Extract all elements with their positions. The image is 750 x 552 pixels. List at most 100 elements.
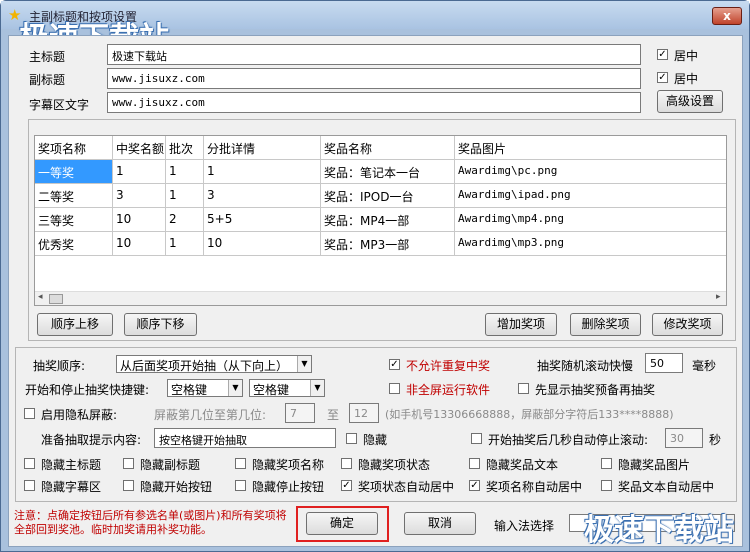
table-cell[interactable]: 优秀奖 bbox=[35, 232, 113, 256]
mask-hint: (如手机号13306668888，屏蔽部分字符后133****8888) bbox=[385, 408, 674, 421]
table-cell[interactable]: 1 bbox=[166, 160, 204, 184]
table-cell[interactable]: Awardimg\ipad.png bbox=[455, 184, 726, 208]
marquee-input[interactable]: www.jisuxz.com bbox=[107, 92, 641, 113]
start-hotkey-value: 空格键 bbox=[171, 383, 208, 397]
scroll-speed-input[interactable]: 50 bbox=[645, 353, 683, 373]
table-cell[interactable]: Awardimg\mp3.png bbox=[455, 232, 726, 256]
show-prize-first-checkbox[interactable] bbox=[518, 383, 529, 394]
hide-marquee-checkbox[interactable] bbox=[24, 480, 35, 491]
main-title-center-label: 居中 bbox=[674, 49, 699, 63]
hide-prize-image-checkbox[interactable] bbox=[601, 458, 612, 469]
hide-prompt-checkbox[interactable] bbox=[346, 433, 357, 444]
table-cell[interactable]: 1 bbox=[166, 232, 204, 256]
privacy-checkbox[interactable] bbox=[24, 408, 35, 419]
move-up-button[interactable]: 顺序上移 bbox=[37, 313, 113, 336]
chevron-down-icon: ▼ bbox=[310, 380, 324, 396]
hide-prize-status-checkbox[interactable] bbox=[341, 458, 352, 469]
privacy-label: 启用隐私屏蔽: bbox=[41, 408, 118, 422]
hide-main-title-checkbox[interactable] bbox=[24, 458, 35, 469]
table-cell[interactable]: 三等奖 bbox=[35, 208, 113, 232]
table-cell[interactable]: 3 bbox=[113, 184, 166, 208]
draw-order-select[interactable]: 从后面奖项开始抽（从下向上） ▼ bbox=[116, 355, 312, 373]
sub-title-center-checkbox[interactable]: ✓ bbox=[657, 72, 668, 83]
main-title-center-checkbox[interactable]: ✓ bbox=[657, 49, 668, 60]
table-cell[interactable]: 1 bbox=[204, 160, 321, 184]
no-repeat-checkbox[interactable]: ✓ bbox=[389, 359, 400, 370]
mask-from-input[interactable]: 7 bbox=[285, 403, 315, 423]
main-title-label: 主标题 bbox=[29, 50, 66, 64]
hide-prize-text-label: 隐藏奖品文本 bbox=[486, 458, 559, 472]
mask-range-label: 屏蔽第几位至第几位: bbox=[154, 408, 267, 422]
table-cell[interactable]: 奖品：笔记本一台 bbox=[321, 160, 455, 184]
text-center-checkbox[interactable] bbox=[601, 480, 612, 491]
table-cell[interactable]: 10 bbox=[204, 232, 321, 256]
col-batch[interactable]: 批次 bbox=[166, 136, 204, 160]
horizontal-scrollbar[interactable]: ◂ ▸ bbox=[35, 291, 726, 305]
table-cell[interactable]: 3 bbox=[204, 184, 321, 208]
table-cell[interactable]: 1 bbox=[166, 184, 204, 208]
auto-stop-checkbox[interactable] bbox=[471, 433, 482, 444]
table-cell[interactable]: 10 bbox=[113, 208, 166, 232]
mask-to-input[interactable]: 12 bbox=[349, 403, 379, 423]
hide-prompt-label: 隐藏 bbox=[363, 433, 388, 447]
hide-stop-button-label: 隐藏停止按钮 bbox=[252, 480, 325, 494]
scroll-right-icon[interactable]: ▸ bbox=[716, 292, 721, 302]
text-center-label: 奖品文本自动居中 bbox=[618, 480, 715, 494]
prompt-input[interactable]: 按空格键开始抽取 bbox=[154, 428, 336, 448]
table-cell[interactable]: 1 bbox=[113, 160, 166, 184]
chevron-down-icon: ▼ bbox=[297, 356, 311, 372]
hide-prize-name-label: 隐藏奖项名称 bbox=[252, 458, 325, 472]
table-cell[interactable]: Awardimg\pc.png bbox=[455, 160, 726, 184]
cancel-button[interactable]: 取消 bbox=[404, 512, 476, 535]
close-button[interactable]: x bbox=[712, 7, 742, 25]
hide-prize-name-checkbox[interactable] bbox=[235, 458, 246, 469]
table-cell[interactable]: 5+5 bbox=[204, 208, 321, 232]
delete-prize-button[interactable]: 删除奖项 bbox=[570, 313, 641, 336]
move-down-button[interactable]: 顺序下移 bbox=[124, 313, 197, 336]
name-center-checkbox[interactable]: ✓ bbox=[469, 480, 480, 491]
watermark-bottom: 极速下载站 bbox=[584, 513, 734, 548]
hide-sub-title-label: 隐藏副标题 bbox=[140, 458, 201, 472]
ok-button[interactable]: 确定 bbox=[306, 512, 378, 535]
sub-title-label: 副标题 bbox=[29, 73, 66, 87]
scrollbar-thumb[interactable] bbox=[49, 294, 63, 304]
hide-sub-title-checkbox[interactable] bbox=[123, 458, 134, 469]
col-prize-name[interactable]: 奖项名称 bbox=[35, 136, 113, 160]
advanced-settings-button[interactable]: 高级设置 bbox=[657, 90, 723, 113]
status-center-checkbox[interactable]: ✓ bbox=[341, 480, 352, 491]
table-cell[interactable]: 一等奖 bbox=[35, 160, 113, 184]
col-award-image[interactable]: 奖品图片 bbox=[455, 136, 726, 160]
name-center-label: 奖项名称自动居中 bbox=[486, 480, 583, 494]
sub-title-center-label: 居中 bbox=[674, 72, 699, 86]
not-fullscreen-label: 非全屏运行软件 bbox=[406, 383, 491, 397]
auto-stop-input[interactable]: 30 bbox=[665, 428, 703, 448]
stop-hotkey-select[interactable]: 空格键 ▼ bbox=[249, 379, 325, 397]
main-title-input[interactable]: 极速下载站 bbox=[107, 44, 641, 65]
table-cell[interactable]: 二等奖 bbox=[35, 184, 113, 208]
modify-prize-button[interactable]: 修改奖项 bbox=[652, 313, 723, 336]
not-fullscreen-checkbox[interactable] bbox=[389, 383, 400, 394]
hotkey-label: 开始和停止抽奖快捷键: bbox=[25, 383, 150, 397]
add-prize-button[interactable]: 增加奖项 bbox=[485, 313, 557, 336]
table-cell[interactable]: 奖品：MP4一部 bbox=[321, 208, 455, 232]
scroll-speed-unit: 毫秒 bbox=[692, 359, 717, 373]
hide-start-button-checkbox[interactable] bbox=[123, 480, 134, 491]
client-area: 主标题 极速下载站 ✓ 居中 副标题 www.jisuxz.com ✓ 居中 字… bbox=[8, 35, 743, 547]
col-award-name[interactable]: 奖品名称 bbox=[321, 136, 455, 160]
hide-prize-image-label: 隐藏奖品图片 bbox=[618, 458, 691, 472]
prompt-label: 准备抽取提示内容: bbox=[41, 433, 142, 447]
table-cell[interactable]: Awardimg\mp4.png bbox=[455, 208, 726, 232]
sub-title-input[interactable]: www.jisuxz.com bbox=[107, 68, 641, 89]
stop-hotkey-value: 空格键 bbox=[253, 383, 290, 397]
scroll-left-icon[interactable]: ◂ bbox=[38, 292, 43, 302]
table-cell[interactable]: 2 bbox=[166, 208, 204, 232]
table-cell[interactable]: 奖品：MP3一部 bbox=[321, 232, 455, 256]
col-batch-detail[interactable]: 分批详情 bbox=[204, 136, 321, 160]
hide-stop-button-checkbox[interactable] bbox=[235, 480, 246, 491]
table-cell[interactable]: 10 bbox=[113, 232, 166, 256]
prize-table: 奖项名称 中奖名额 批次 分批详情 奖品名称 奖品图片 一等奖 1 1 1 奖品… bbox=[34, 135, 727, 306]
col-winner-count[interactable]: 中奖名额 bbox=[113, 136, 166, 160]
table-cell[interactable]: 奖品：IPOD一台 bbox=[321, 184, 455, 208]
start-hotkey-select[interactable]: 空格键 ▼ bbox=[167, 379, 243, 397]
hide-prize-text-checkbox[interactable] bbox=[469, 458, 480, 469]
